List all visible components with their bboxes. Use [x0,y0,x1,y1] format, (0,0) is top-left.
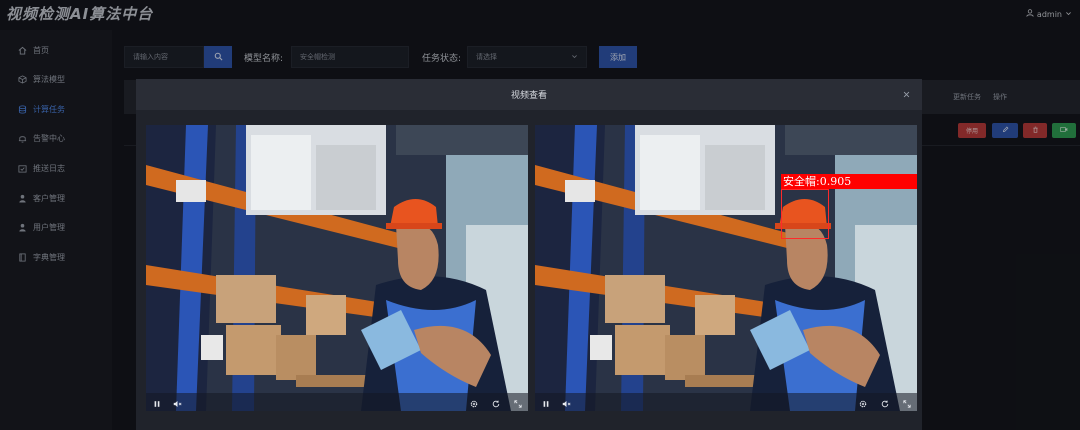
detection-bounding-box [781,189,829,239]
pause-icon [542,393,550,412]
pause-button[interactable] [151,396,163,408]
video-view-dialog: 视频查看 安全帽:0.905 [136,79,922,430]
mute-button[interactable] [560,396,572,408]
pause-button[interactable] [540,396,552,408]
original-video-player[interactable] [146,125,528,411]
dialog-title: 视频查看 [510,91,547,101]
refresh-icon [492,393,500,412]
pause-icon [153,393,161,412]
fullscreen-button[interactable] [901,396,913,408]
refresh-button[interactable] [490,396,502,408]
close-button[interactable] [900,86,912,98]
warehouse-video-frame [146,125,528,411]
settings-button[interactable] [857,396,869,408]
warehouse-video-frame [535,125,917,411]
mute-button[interactable] [171,396,183,408]
detection-video-player[interactable]: 安全帽:0.905 [535,125,917,411]
fullscreen-icon [903,393,911,412]
refresh-icon [881,393,889,412]
fullscreen-button[interactable] [512,396,524,408]
volume-muted-icon [173,393,182,412]
volume-muted-icon [562,393,571,412]
refresh-button[interactable] [879,396,891,408]
fullscreen-icon [514,393,522,412]
video-controls [535,393,917,411]
detection-label: 安全帽:0.905 [781,174,917,189]
dialog-header: 视频查看 [136,79,922,110]
gear-icon [470,393,478,412]
close-icon [903,83,910,102]
video-controls [146,393,528,411]
settings-button[interactable] [468,396,480,408]
gear-icon [859,393,867,412]
